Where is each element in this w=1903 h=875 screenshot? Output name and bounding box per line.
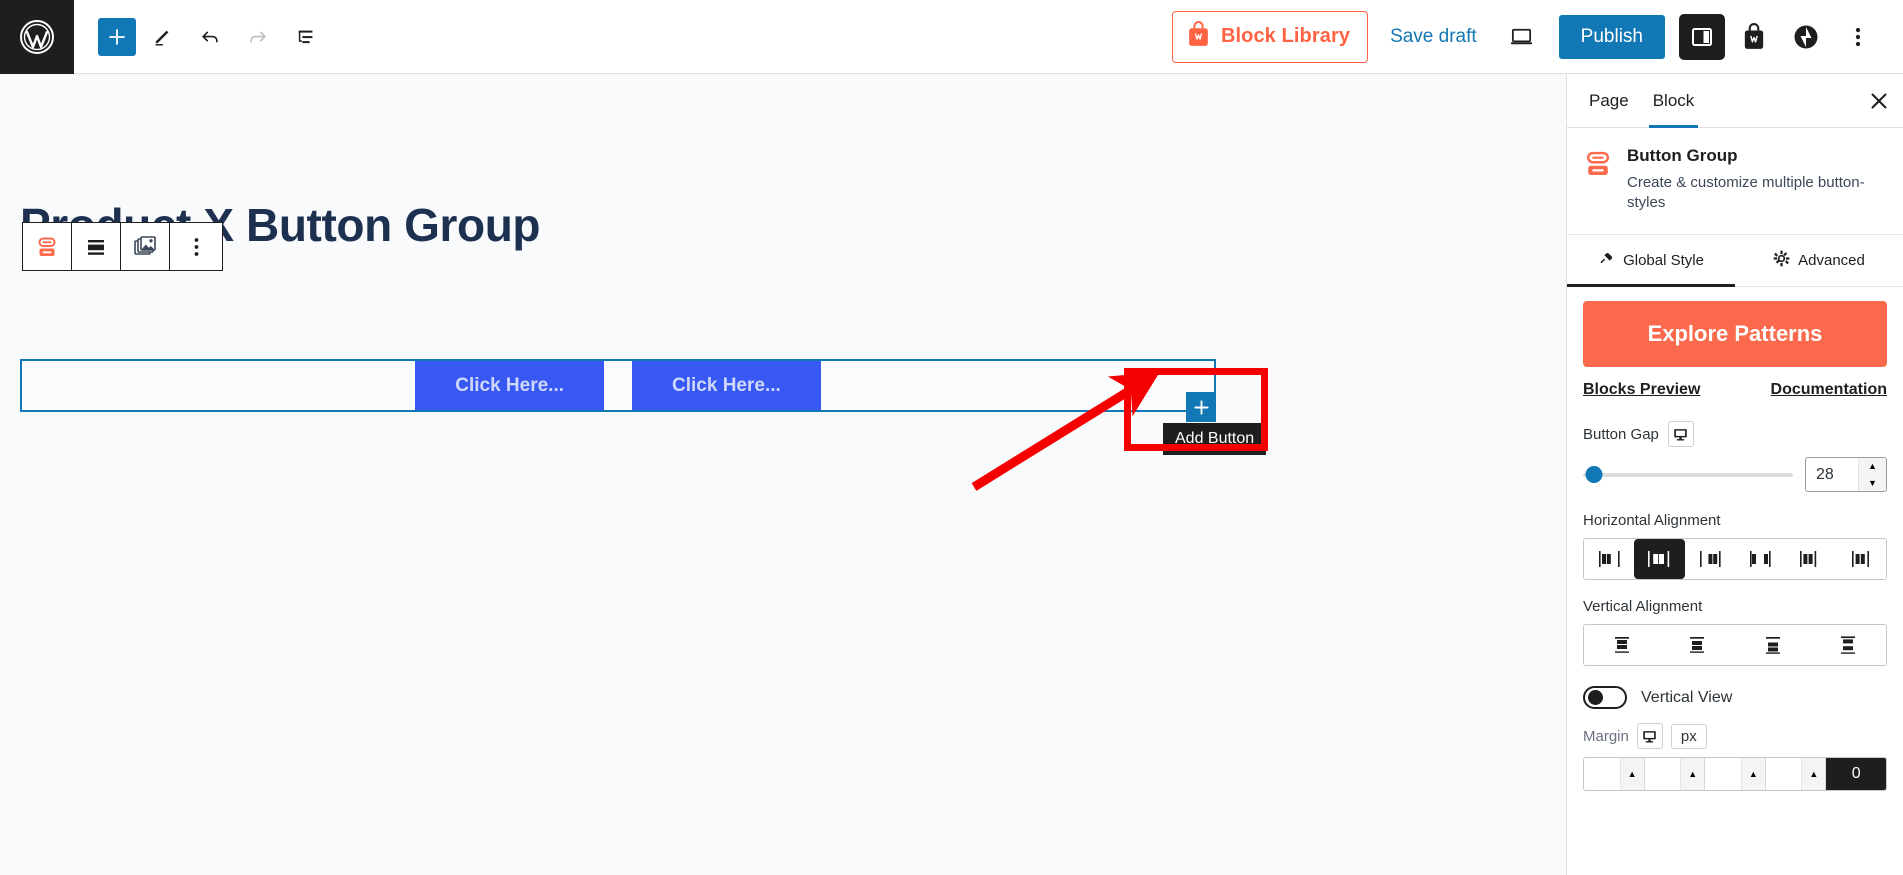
button-group-block-icon[interactable] [23, 223, 72, 270]
add-button-tooltip: Add Button [1163, 423, 1267, 455]
explore-patterns-button[interactable]: Explore Patterns [1583, 301, 1887, 367]
stepper-up-icon[interactable]: ▲ [1680, 758, 1705, 790]
sidebar-links: Blocks Preview Documentation [1583, 381, 1887, 399]
margin-inputs: ▲ ▲ ▲ ▲ 0 [1583, 757, 1887, 791]
list-view-button[interactable] [284, 15, 328, 59]
margin-right-input[interactable]: ▲ [1644, 758, 1706, 790]
slider-thumb[interactable] [1585, 466, 1602, 483]
vertical-view-label: Vertical View [1641, 688, 1733, 706]
align-center-icon[interactable] [72, 223, 121, 270]
sidebar-tabs: Page Block [1567, 74, 1903, 128]
horizontal-alignment-label: Horizontal Alignment [1583, 512, 1721, 529]
publish-button[interactable]: Publish [1558, 14, 1665, 59]
tab-global-style[interactable]: Global Style [1567, 235, 1735, 287]
wordpress-logo-icon[interactable] [0, 0, 74, 74]
style-tabs: Global Style Advanced [1567, 235, 1903, 287]
valign-top-option[interactable] [1584, 625, 1660, 665]
button-gap-label-row: Button Gap [1583, 421, 1887, 447]
halign-space-between-option[interactable] [1734, 539, 1786, 579]
slider-track [1583, 472, 1793, 477]
redo-arrow-icon[interactable] [236, 15, 280, 59]
settings-sidebar-toggle[interactable] [1679, 13, 1725, 60]
margin-link-all-value[interactable]: 0 [1826, 758, 1886, 790]
save-draft-button[interactable]: Save draft [1374, 26, 1493, 48]
block-library-label: Block Library [1220, 25, 1351, 47]
margin-label: Margin [1583, 727, 1629, 745]
edit-tool-button[interactable] [140, 15, 184, 59]
top-bar-left-tools [74, 15, 328, 59]
stepper-down-icon[interactable]: ▼ [1859, 475, 1886, 492]
wordpress-block-editor: Block Library Save draft Publish Product… [0, 0, 1903, 875]
halign-left-option[interactable] [1584, 539, 1635, 579]
valign-middle-option[interactable] [1659, 625, 1735, 665]
shopping-bag-icon [1186, 20, 1211, 53]
button-gap-control: ▲ ▼ [1583, 457, 1887, 492]
vertical-alignment-label: Vertical Alignment [1583, 598, 1703, 615]
halign-space-around-option[interactable] [1785, 539, 1836, 579]
images-stack-icon[interactable] [121, 223, 170, 270]
pin-icon [1598, 250, 1615, 271]
vertical-view-toggle[interactable] [1583, 686, 1627, 709]
block-description: Create & customize multiple button-style… [1627, 174, 1865, 211]
block-info: Button Group Create & customize multiple… [1567, 128, 1903, 235]
block-toolbar [22, 222, 223, 271]
halign-space-evenly-option[interactable] [1835, 539, 1886, 579]
button-gap-stepper[interactable]: ▲ ▼ [1858, 458, 1886, 491]
button-gap-slider[interactable] [1583, 465, 1793, 485]
block-library-button[interactable]: Block Library [1171, 10, 1369, 63]
valign-stretch-option[interactable] [1810, 625, 1886, 665]
halign-center-option[interactable] [1634, 539, 1685, 579]
tab-advanced-label: Advanced [1798, 252, 1865, 269]
cta-button-2[interactable]: Click Here... [632, 361, 821, 410]
desktop-icon[interactable] [1636, 723, 1663, 749]
tab-advanced[interactable]: Advanced [1735, 235, 1903, 286]
stepper-up-icon[interactable]: ▲ [1740, 758, 1765, 790]
documentation-link[interactable]: Documentation [1771, 381, 1887, 399]
block-settings-sidebar: Page Block Button Group Create & customi… [1566, 74, 1903, 875]
editor-top-bar: Block Library Save draft Publish [0, 0, 1903, 74]
block-title: Button Group [1627, 146, 1738, 165]
block-more-options-icon[interactable] [170, 223, 222, 270]
toggle-knob [1588, 690, 1603, 705]
vertical-alignment-group [1583, 624, 1887, 666]
sidebar-body: Explore Patterns Blocks Preview Document… [1567, 287, 1903, 791]
tab-block[interactable]: Block [1641, 75, 1707, 128]
cart-bag-icon[interactable] [1731, 14, 1777, 60]
tab-global-style-label: Global Style [1623, 252, 1704, 269]
button-group-block[interactable]: Click Here... Click Here... [20, 359, 1216, 412]
margin-bottom-input[interactable]: ▲ [1705, 758, 1766, 790]
blocks-preview-link[interactable]: Blocks Preview [1583, 381, 1700, 399]
stepper-up-icon[interactable]: ▲ [1801, 758, 1826, 790]
margin-unit-px[interactable]: px [1670, 723, 1707, 749]
desktop-preview-icon[interactable] [1499, 14, 1545, 60]
close-icon[interactable] [1859, 81, 1899, 121]
button-gap-label: Button Gap [1583, 425, 1659, 443]
desktop-icon[interactable] [1667, 421, 1694, 447]
margin-left-input[interactable]: ▲ [1765, 758, 1827, 790]
more-options-icon[interactable] [1835, 14, 1881, 60]
jetpack-plugin-icon[interactable] [1783, 14, 1829, 60]
halign-right-option[interactable] [1684, 539, 1735, 579]
vertical-view-row: Vertical View [1583, 686, 1887, 709]
add-button-appender[interactable] [1186, 392, 1216, 422]
horizontal-alignment-group [1583, 538, 1887, 580]
cta-button-1[interactable]: Click Here... [415, 361, 604, 410]
button-group-block-icon [1583, 146, 1613, 212]
stepper-up-icon[interactable]: ▲ [1859, 458, 1886, 475]
editor-canvas: Product X Button Group Click Here... Cli… [0, 74, 1566, 875]
undo-arrow-icon[interactable] [188, 15, 232, 59]
margin-top-input[interactable]: ▲ [1584, 758, 1645, 790]
margin-header: Margin px [1583, 723, 1887, 749]
tab-page[interactable]: Page [1577, 75, 1641, 127]
button-gap-number-box[interactable]: ▲ ▼ [1805, 457, 1887, 492]
stepper-up-icon[interactable]: ▲ [1619, 758, 1644, 790]
valign-bottom-option[interactable] [1735, 625, 1811, 665]
add-block-button[interactable] [98, 17, 136, 56]
gear-icon [1773, 250, 1790, 271]
top-bar-right-tools: Block Library Save draft Publish [1171, 10, 1903, 63]
button-gap-input[interactable] [1806, 465, 1856, 484]
